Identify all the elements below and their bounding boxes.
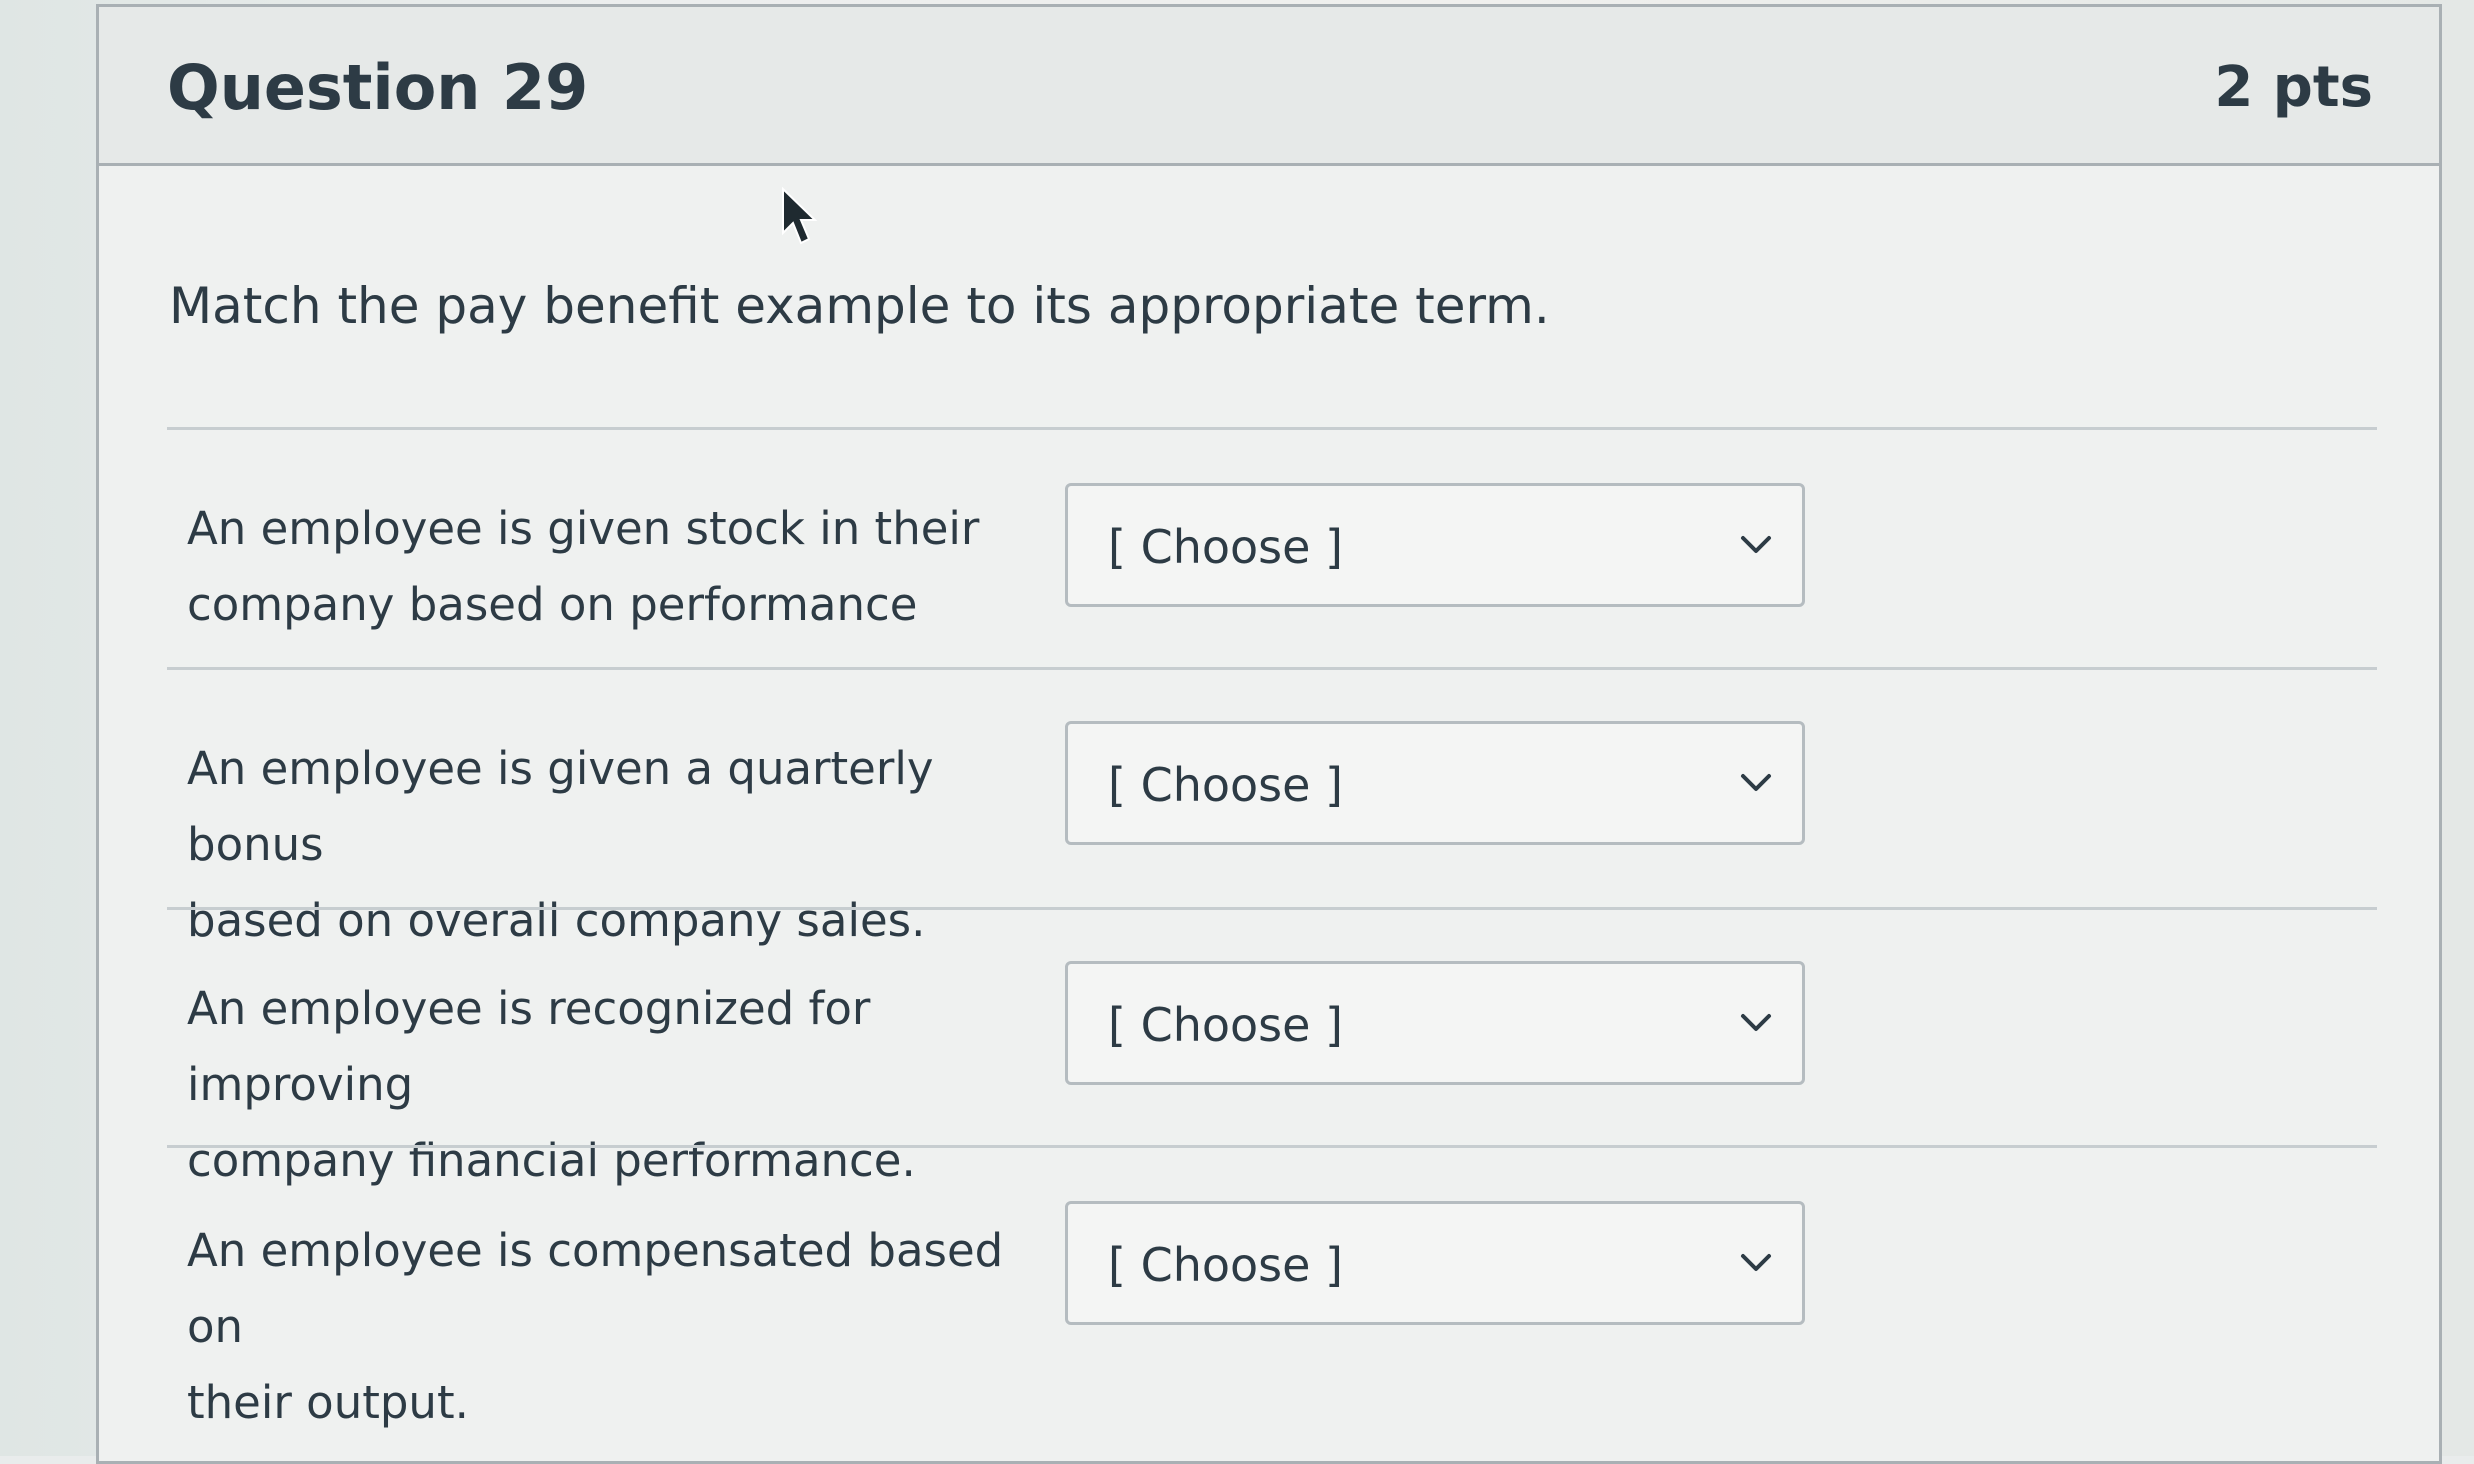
- answer-select-4[interactable]: [ Choose ]: [1065, 1201, 1805, 1325]
- question-title: Question 29: [167, 51, 589, 124]
- question-text: Match the pay benefit example to its app…: [169, 277, 1550, 335]
- match-prompt-4-line2: their output.: [187, 1376, 469, 1429]
- match-prompt-1-line1: An employee is given stock in their: [187, 502, 980, 555]
- divider: [167, 427, 2377, 430]
- mouse-pointer-icon: [782, 187, 818, 245]
- answer-select-1[interactable]: [ Choose ]: [1065, 483, 1805, 607]
- answer-select-4-value: [ Choose ]: [1108, 1238, 1343, 1292]
- question-header: Question 29 2 pts: [99, 7, 2439, 166]
- match-prompt-2: An employee is given a quarterly bonus b…: [187, 731, 1067, 959]
- divider: [167, 907, 2377, 910]
- match-prompt-3: An employee is recognized for improving …: [187, 971, 1067, 1199]
- chevron-down-icon: [1741, 1014, 1771, 1031]
- question-card: Question 29 2 pts Match the pay benefit …: [96, 4, 2442, 1464]
- match-prompt-1: An employee is given stock in their comp…: [187, 491, 1067, 643]
- answer-select-2-value: [ Choose ]: [1108, 758, 1343, 812]
- match-prompt-1-line2: company based on performance: [187, 578, 918, 631]
- answer-select-1-value: [ Choose ]: [1108, 520, 1343, 574]
- match-prompt-3-line1: An employee is recognized for improving: [187, 982, 871, 1111]
- match-prompt-2-line2: based on overall company sales.: [187, 894, 926, 947]
- answer-select-2[interactable]: [ Choose ]: [1065, 721, 1805, 845]
- screen: Question 29 2 pts Match the pay benefit …: [0, 0, 2474, 1464]
- answer-select-3-value: [ Choose ]: [1108, 998, 1343, 1052]
- chevron-down-icon: [1741, 536, 1771, 553]
- chevron-down-icon: [1741, 774, 1771, 791]
- answer-select-3[interactable]: [ Choose ]: [1065, 961, 1805, 1085]
- divider: [167, 1145, 2377, 1148]
- match-prompt-4-line1: An employee is compensated based on: [187, 1224, 1004, 1353]
- match-prompt-2-line1: An employee is given a quarterly bonus: [187, 742, 934, 871]
- match-prompt-4: An employee is compensated based on thei…: [187, 1213, 1067, 1441]
- chevron-down-icon: [1741, 1254, 1771, 1271]
- match-prompt-3-line2: company financial performance.: [187, 1134, 916, 1187]
- divider: [167, 667, 2377, 670]
- question-points: 2 pts: [2214, 55, 2373, 120]
